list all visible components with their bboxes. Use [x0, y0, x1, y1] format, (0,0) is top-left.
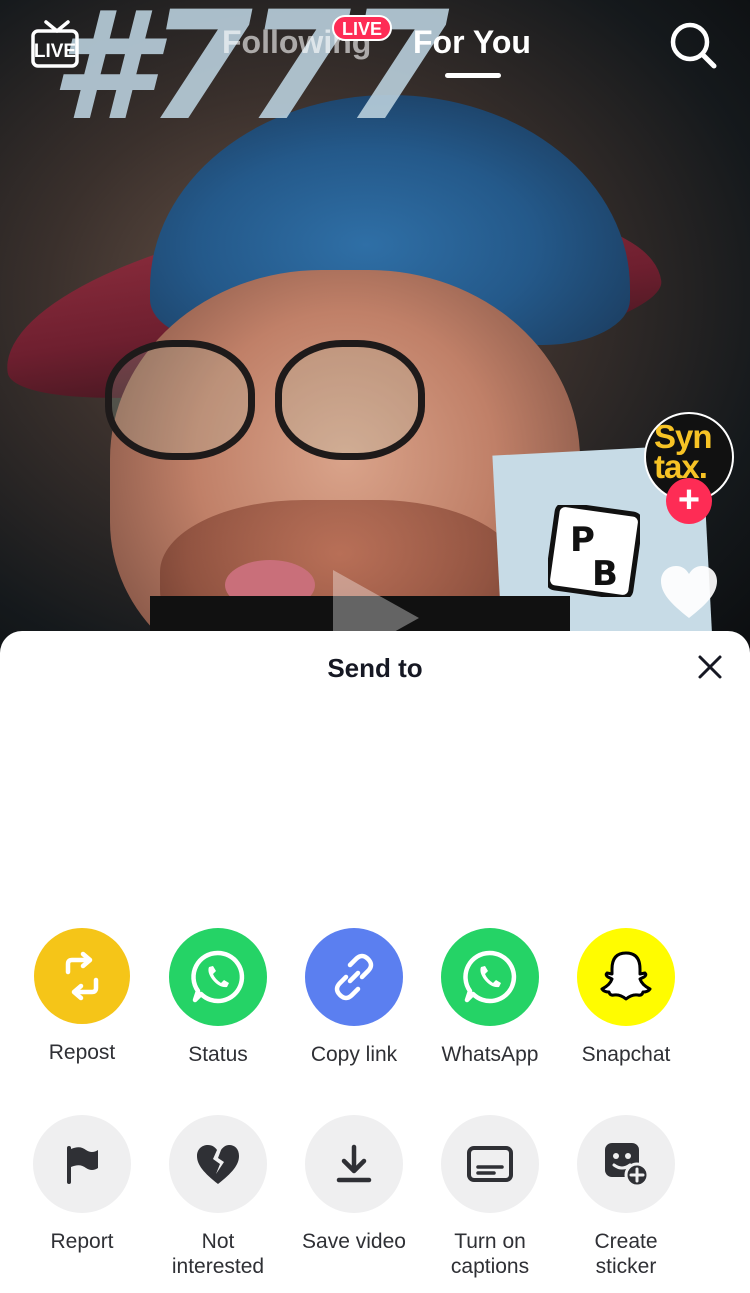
pb-logo: P B: [548, 505, 640, 597]
sticker-icon: [577, 1115, 675, 1213]
live-tv-icon[interactable]: LIVE: [30, 18, 84, 70]
heart-icon[interactable]: [658, 563, 720, 621]
download-icon: [305, 1115, 403, 1213]
pb-logo-text-b: B: [592, 554, 618, 594]
whatsapp-label: WhatsApp: [441, 1043, 539, 1066]
avatar-text: Syn tax.: [654, 418, 713, 485]
create-sticker-label: Create sticker: [594, 1230, 658, 1278]
whatsapp-icon: [441, 928, 539, 1026]
copy-link-button[interactable]: Copy link: [286, 928, 422, 1067]
video-player[interactable]: #777 P B: [0, 0, 750, 660]
flag-icon: [33, 1115, 131, 1213]
broken-heart-icon: [169, 1115, 267, 1213]
captions-button[interactable]: Turn on captions: [422, 1115, 558, 1279]
repost-label: Repost: [48, 1041, 116, 1064]
save-video-button[interactable]: Save video: [286, 1115, 422, 1254]
follow-button[interactable]: +: [666, 478, 712, 524]
save-video-label: Save video: [302, 1230, 406, 1253]
whatsapp-icon: [169, 928, 267, 1026]
whatsapp-button[interactable]: WhatsApp: [422, 928, 558, 1067]
status-label: Status: [188, 1043, 248, 1066]
share-sheet: Send to Repost Status Copy link WhatsApp…: [0, 631, 750, 1293]
contacts-area: [0, 711, 750, 911]
link-icon: [305, 928, 403, 1026]
not-interested-label: Not interested: [171, 1230, 265, 1278]
repost-button[interactable]: Repost: [14, 928, 150, 1065]
snapchat-ghost-icon: [577, 928, 675, 1026]
copy-link-label: Copy link: [310, 1043, 398, 1066]
status-button[interactable]: Status: [150, 928, 286, 1067]
captions-icon: [441, 1115, 539, 1213]
live-badge: LIVE: [332, 15, 393, 41]
report-button[interactable]: Report: [14, 1115, 150, 1254]
active-tab-indicator: [445, 73, 501, 78]
report-label: Report: [50, 1230, 114, 1253]
video-glasses-right: [275, 340, 425, 460]
sheet-title: Send to: [327, 653, 423, 683]
tab-for-you[interactable]: For You: [413, 24, 531, 61]
create-sticker-button[interactable]: Create sticker: [558, 1115, 694, 1279]
video-glasses-left: [105, 340, 255, 460]
repost-icon: [34, 928, 130, 1024]
live-icon-label: LIVE: [34, 41, 76, 62]
search-icon[interactable]: [668, 20, 718, 70]
snapchat-label: Snapchat: [581, 1043, 671, 1066]
close-icon[interactable]: [694, 651, 726, 683]
not-interested-button[interactable]: Not interested: [150, 1115, 286, 1279]
snapchat-button[interactable]: Snapchat: [558, 928, 694, 1067]
captions-label: Turn on captions: [450, 1230, 530, 1278]
